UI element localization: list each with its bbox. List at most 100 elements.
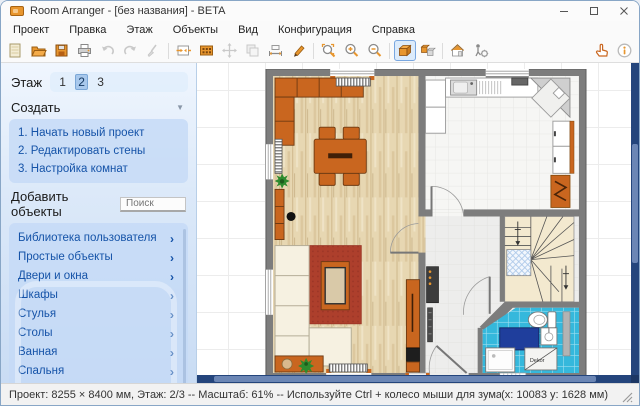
view-3d-button[interactable] bbox=[394, 40, 416, 61]
toilet[interactable] bbox=[528, 312, 556, 328]
maximize-icon bbox=[589, 6, 599, 16]
edit-walls-button[interactable] bbox=[173, 40, 195, 61]
menu-edit[interactable]: Правка bbox=[59, 23, 116, 37]
vertical-scrollbar[interactable] bbox=[631, 63, 639, 375]
zoom-region-button[interactable] bbox=[318, 40, 340, 61]
chevron-down-icon[interactable]: ▼ bbox=[176, 103, 184, 112]
library-item-bathroom[interactable]: Ванная› bbox=[18, 343, 182, 362]
zoom-out-icon bbox=[366, 42, 383, 59]
status-project-info: Проект: 8255 × 8400 мм, Этаж: 2/3 -- Мас… bbox=[9, 389, 501, 401]
close-button[interactable] bbox=[609, 1, 639, 21]
toolbar-separator bbox=[389, 43, 390, 59]
chevron-right-icon: › bbox=[170, 270, 174, 284]
open-folder-icon bbox=[30, 42, 47, 59]
status-cursor-coords: (x: 10083 y: 1628 мм) bbox=[501, 389, 608, 401]
menu-objects[interactable]: Объекты bbox=[163, 23, 228, 37]
chevron-right-icon: › bbox=[170, 327, 174, 341]
link-new-project[interactable]: 1. Начать новый проект bbox=[18, 124, 179, 142]
menu-project[interactable]: Проект bbox=[3, 23, 59, 37]
library-item-bedroom[interactable]: Спальня› bbox=[18, 362, 182, 381]
wall-cabinets bbox=[553, 121, 574, 173]
sidebar: Этаж 1 2 3 Создать ▼ 1. Начать новый про… bbox=[1, 63, 197, 383]
pencil-icon bbox=[290, 42, 307, 59]
vertical-scrollbar-thumb[interactable] bbox=[632, 144, 638, 263]
copy-icon bbox=[244, 42, 261, 59]
new-project-button[interactable] bbox=[5, 40, 27, 61]
resize-grip[interactable] bbox=[622, 392, 633, 403]
hand-tool-button[interactable] bbox=[591, 40, 613, 61]
library-item-simple[interactable]: Простые объекты› bbox=[18, 248, 182, 267]
staircase[interactable] bbox=[505, 216, 574, 301]
coffee-table bbox=[321, 262, 349, 310]
zoom-in-icon bbox=[343, 42, 360, 59]
menu-view[interactable]: Вид bbox=[228, 23, 268, 37]
bath-radiator bbox=[563, 312, 570, 356]
washing-machine[interactable]: Dekor bbox=[525, 348, 557, 370]
plant bbox=[275, 173, 290, 188]
link-edit-walls[interactable]: 2. Редактировать стены bbox=[18, 142, 179, 160]
floor-tab-3[interactable]: 3 bbox=[94, 74, 107, 90]
menu-configuration[interactable]: Конфигурация bbox=[268, 23, 362, 37]
maximize-button[interactable] bbox=[579, 1, 609, 21]
room-tiles-icon bbox=[198, 42, 215, 59]
side-table bbox=[275, 356, 323, 374]
floor-label: Этаж bbox=[11, 75, 42, 90]
house-3d-button[interactable] bbox=[447, 40, 469, 61]
floor-tab-2[interactable]: 2 bbox=[75, 74, 88, 90]
horizontal-scrollbar[interactable] bbox=[197, 375, 631, 383]
save-floppy-icon bbox=[53, 42, 70, 59]
move-icon bbox=[221, 42, 238, 59]
toolbar-separator bbox=[168, 43, 169, 59]
view-3d-all-button[interactable] bbox=[417, 40, 439, 61]
toolbar-separator bbox=[442, 43, 443, 59]
zoom-in-button[interactable] bbox=[341, 40, 363, 61]
measure-button[interactable] bbox=[265, 40, 287, 61]
link-room-setup[interactable]: 3. Настройка комнат bbox=[18, 160, 179, 178]
menu-help[interactable]: Справка bbox=[362, 23, 425, 37]
bookshelf bbox=[275, 189, 284, 239]
copy-objects-button[interactable] bbox=[242, 40, 264, 61]
info-button[interactable] bbox=[614, 40, 636, 61]
zoom-out-button[interactable] bbox=[364, 40, 386, 61]
library-item-tables[interactable]: Столы› bbox=[18, 324, 182, 343]
create-panel: 1. Начать новый проект 2. Редактировать … bbox=[9, 119, 188, 183]
bathtub[interactable] bbox=[500, 328, 539, 350]
floor-tab-1[interactable]: 1 bbox=[56, 74, 69, 90]
format-brush-button[interactable] bbox=[143, 40, 165, 61]
library-scrollbar[interactable] bbox=[183, 229, 186, 383]
draw-pencil-button[interactable] bbox=[288, 40, 310, 61]
redo-button[interactable] bbox=[120, 40, 142, 61]
section-add-objects[interactable]: Добавить объекты bbox=[11, 189, 186, 219]
toolbar-separator bbox=[313, 43, 314, 59]
library-item-cabinets[interactable]: Шкафы› bbox=[18, 286, 182, 305]
menu-floor[interactable]: Этаж bbox=[116, 23, 162, 37]
library-item-user[interactable]: Библиотека пользователя› bbox=[18, 229, 182, 248]
house-icon bbox=[449, 42, 466, 59]
print-button[interactable] bbox=[74, 40, 96, 61]
floor-plan[interactable]: Dekor bbox=[265, 69, 587, 380]
shower-tray[interactable] bbox=[486, 348, 515, 372]
radiator-left bbox=[275, 139, 282, 173]
move-objects-button[interactable] bbox=[219, 40, 241, 61]
section-create[interactable]: Создать ▼ bbox=[11, 100, 186, 115]
library-item-doors-windows[interactable]: Двери и окна› bbox=[18, 267, 182, 286]
scrollbar-corner bbox=[631, 375, 639, 383]
menu-bar: Проект Правка Этаж Объекты Вид Конфигура… bbox=[1, 21, 639, 39]
chevron-right-icon: › bbox=[170, 365, 174, 379]
room-tiles-button[interactable] bbox=[196, 40, 218, 61]
walk-gear-icon bbox=[472, 42, 489, 59]
library-item-kitchen[interactable]: Кухня› bbox=[18, 381, 182, 383]
library-item-chairs[interactable]: Стулья› bbox=[18, 305, 182, 324]
undo-button[interactable] bbox=[97, 40, 119, 61]
save-button[interactable] bbox=[51, 40, 73, 61]
minimize-button[interactable] bbox=[549, 1, 579, 21]
open-button[interactable] bbox=[28, 40, 50, 61]
bath-sink[interactable] bbox=[541, 328, 557, 345]
section-add-objects-title: Добавить объекты bbox=[11, 189, 120, 219]
drawing-canvas[interactable]: Dekor bbox=[197, 63, 639, 383]
walkthrough-settings-button[interactable] bbox=[470, 40, 492, 61]
minimize-icon bbox=[559, 6, 569, 16]
search-input[interactable] bbox=[120, 197, 186, 212]
horizontal-scrollbar-thumb[interactable] bbox=[214, 376, 596, 382]
printer-icon bbox=[76, 42, 93, 59]
